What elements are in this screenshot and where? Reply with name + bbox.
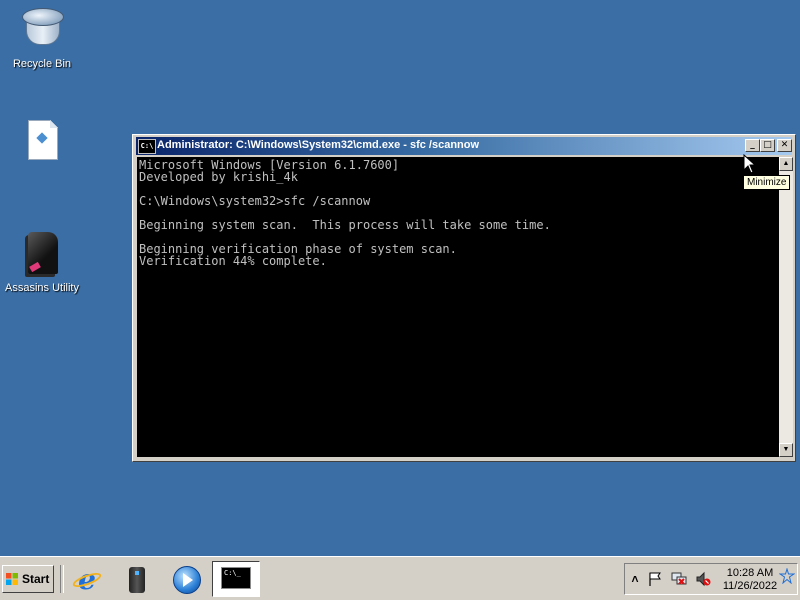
window-title: Administrator: C:\Windows\System32\cmd.e… <box>157 139 480 151</box>
taskbar: Start e C:\_ ˄ 10:28 AM 11/26/2022 <box>0 556 800 600</box>
console-line: C:\Windows\system32>sfc /scannow <box>139 194 371 208</box>
desktop-icon-label: Assasins Utility <box>5 282 79 294</box>
show-hidden-icons-chevron[interactable]: ˄ <box>627 571 643 587</box>
cmd-window[interactable]: C:\ Administrator: C:\Windows\System32\c… <box>132 134 796 462</box>
console-line: Verification 44% complete. <box>139 254 327 268</box>
console-output[interactable]: Microsoft Windows [Version 6.1.7600] Deve… <box>137 157 779 457</box>
console-lines: Microsoft Windows [Version 6.1.7600] Deve… <box>137 157 779 267</box>
desktop-icon-label: Recycle Bin <box>12 58 72 70</box>
command-prompt-icon[interactable]: C:\ <box>138 139 156 154</box>
recycle-bin-icon <box>18 6 66 54</box>
desktop-icon-recycle-bin[interactable]: Recycle Bin <box>0 6 84 70</box>
maximize-button[interactable]: □ <box>760 139 775 152</box>
mouse-cursor-icon <box>743 154 755 174</box>
window-titlebar[interactable]: C:\ Administrator: C:\Windows\System32\c… <box>136 137 792 155</box>
scroll-down-button[interactable]: ▼ <box>779 443 793 457</box>
internet-explorer-icon[interactable]: e <box>71 565 103 595</box>
system-tray: ˄ 10:28 AM 11/26/2022 <box>624 563 798 595</box>
start-label: Start <box>22 572 50 586</box>
desktop: Recycle Bin Assasins Utility C:\ Adminis… <box>0 0 800 556</box>
minimize-tooltip: Minimize <box>743 175 791 190</box>
volume-muted-icon[interactable] <box>695 571 711 587</box>
taskbar-separator <box>60 565 64 593</box>
clock[interactable]: 10:28 AM 11/26/2022 <box>721 567 779 593</box>
usb-drive-icon[interactable] <box>122 565 152 595</box>
desktop-icon-file[interactable] <box>0 120 84 172</box>
assassins-utility-icon <box>18 230 66 278</box>
show-desktop-icon[interactable] <box>779 568 795 584</box>
action-center-flag-icon[interactable] <box>647 571 663 587</box>
desktop-icon-assassins-utility[interactable]: Assasins Utility <box>0 230 84 294</box>
vertical-scrollbar[interactable]: ▲ ▼ <box>779 157 793 457</box>
console-line: Developed by krishi_4k <box>139 170 298 184</box>
media-player-icon[interactable] <box>172 565 202 595</box>
network-icon[interactable] <box>671 571 687 587</box>
taskbar-button-cmd[interactable]: C:\_ <box>212 561 260 597</box>
clock-time: 10:28 AM <box>726 567 774 579</box>
minimize-button[interactable]: _ <box>745 139 760 152</box>
start-button[interactable]: Start <box>2 565 54 593</box>
console-line: Beginning system scan. This process will… <box>139 218 551 232</box>
clock-date: 11/26/2022 <box>722 580 778 592</box>
windows-logo-icon <box>6 573 18 585</box>
close-button[interactable]: ✕ <box>777 139 792 152</box>
file-icon <box>18 120 66 168</box>
command-prompt-icon: C:\_ <box>221 567 251 589</box>
scroll-up-button[interactable]: ▲ <box>779 157 793 171</box>
